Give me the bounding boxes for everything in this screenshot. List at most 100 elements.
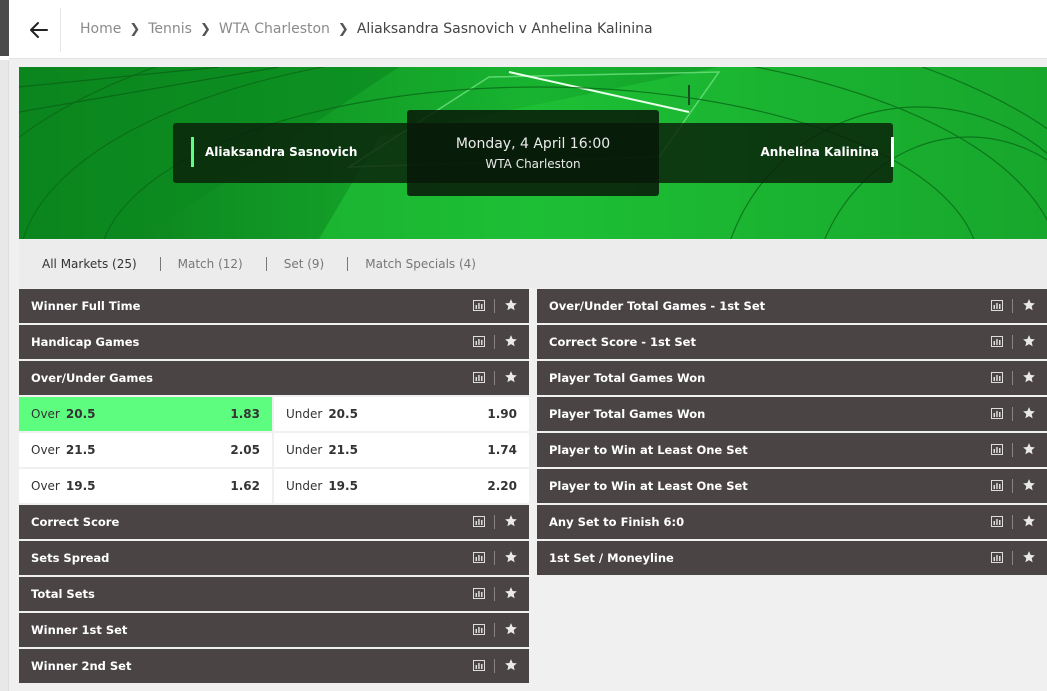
- tab-set[interactable]: Set (9): [284, 257, 325, 271]
- selection-price: 1.90: [487, 407, 517, 421]
- stats-icon[interactable]: [991, 444, 1003, 455]
- tab-match[interactable]: Match (12): [178, 257, 243, 271]
- star-icon[interactable]: [1022, 298, 1036, 312]
- star-icon[interactable]: [1022, 334, 1036, 348]
- market-name: Winner 2nd Set: [31, 659, 132, 673]
- market-header[interactable]: Player to Win at Least One Set: [537, 469, 1047, 503]
- breadcrumb: Home ❯ Tennis ❯ WTA Charleston ❯ Aliaksa…: [80, 21, 653, 37]
- market-name: Total Sets: [31, 587, 95, 601]
- odds-selection[interactable]: Over 20.5 1.83: [19, 397, 272, 431]
- market-name: Any Set to Finish 6:0: [549, 515, 685, 529]
- market-name: Handicap Games: [31, 335, 140, 349]
- stats-icon[interactable]: [473, 516, 485, 527]
- market-header[interactable]: Over/Under Games: [19, 361, 529, 395]
- market-divider: [1012, 407, 1013, 421]
- odds-selection[interactable]: Under 21.5 1.74: [274, 433, 529, 467]
- star-icon[interactable]: [1022, 442, 1036, 456]
- odds-selection[interactable]: Over 19.5 1.62: [19, 469, 272, 503]
- market-header[interactable]: Over/Under Total Games - 1st Set: [537, 289, 1047, 323]
- star-icon[interactable]: [1022, 370, 1036, 384]
- star-icon[interactable]: [504, 514, 518, 528]
- market-name: Sets Spread: [31, 551, 110, 565]
- star-icon[interactable]: [504, 550, 518, 564]
- market-header[interactable]: Any Set to Finish 6:0: [537, 505, 1047, 539]
- market-header[interactable]: Winner 2nd Set: [19, 649, 529, 683]
- stats-icon[interactable]: [473, 660, 485, 671]
- breadcrumb-competition[interactable]: WTA Charleston: [219, 21, 330, 37]
- markets-left-column: Winner Full Time Handicap Games Over/Under…: [19, 289, 529, 685]
- odds-selection[interactable]: Under 20.5 1.90: [274, 397, 529, 431]
- odds-row: Over 21.5 2.05 Under 21.5 1.74: [19, 433, 529, 467]
- left-strip-dark: [0, 0, 9, 56]
- star-icon[interactable]: [504, 370, 518, 384]
- star-icon[interactable]: [1022, 550, 1036, 564]
- star-icon[interactable]: [504, 622, 518, 636]
- stats-icon[interactable]: [991, 516, 1003, 527]
- market-header[interactable]: Player Total Games Won: [537, 361, 1047, 395]
- back-button[interactable]: [19, 12, 59, 48]
- stats-icon[interactable]: [473, 300, 485, 311]
- market-header[interactable]: Player Total Games Won: [537, 397, 1047, 431]
- star-icon[interactable]: [504, 586, 518, 600]
- stats-icon[interactable]: [473, 588, 485, 599]
- stats-icon[interactable]: [991, 336, 1003, 347]
- selection-price: 1.83: [230, 407, 260, 421]
- market-header[interactable]: Handicap Games: [19, 325, 529, 359]
- stats-icon[interactable]: [473, 624, 485, 635]
- away-indicator: [891, 137, 894, 167]
- tab-all-markets[interactable]: All Markets (25): [42, 257, 137, 271]
- market-header[interactable]: Player to Win at Least One Set: [537, 433, 1047, 467]
- odds-selection[interactable]: Under 19.5 2.20: [274, 469, 529, 503]
- stats-icon[interactable]: [473, 336, 485, 347]
- breadcrumb-tennis[interactable]: Tennis: [148, 21, 192, 37]
- stats-icon[interactable]: [991, 480, 1003, 491]
- market-divider: [494, 551, 495, 565]
- market-divider: [494, 587, 495, 601]
- tab-divider: [347, 257, 349, 271]
- selection-price: 1.62: [230, 479, 260, 493]
- stats-icon[interactable]: [991, 372, 1003, 383]
- market-header[interactable]: Winner Full Time: [19, 289, 529, 323]
- selection-line: 21.5: [328, 443, 358, 457]
- market-name: Winner Full Time: [31, 299, 141, 313]
- home-player: Aliaksandra Sasnovich: [191, 137, 357, 167]
- event-hero: Monday, 4 April 16:00 WTA Charleston Ali…: [19, 67, 1047, 239]
- market-name: Player to Win at Least One Set: [549, 443, 748, 457]
- market-divider: [494, 515, 495, 529]
- star-icon[interactable]: [504, 658, 518, 672]
- tab-match-specials[interactable]: Match Specials (4): [365, 257, 476, 271]
- market-header[interactable]: 1st Set / Moneyline: [537, 541, 1047, 575]
- star-icon[interactable]: [1022, 514, 1036, 528]
- selection-label: Under 21.5: [286, 443, 358, 457]
- selection-label: Over 20.5: [31, 407, 96, 421]
- breadcrumb-home[interactable]: Home: [80, 21, 121, 37]
- market-name: Winner 1st Set: [31, 623, 128, 637]
- star-icon[interactable]: [1022, 406, 1036, 420]
- selection-label: Under 20.5: [286, 407, 358, 421]
- stats-icon[interactable]: [991, 300, 1003, 311]
- market-name: Player Total Games Won: [549, 371, 706, 385]
- selection-label: Under 19.5: [286, 479, 358, 493]
- stats-icon[interactable]: [991, 408, 1003, 419]
- away-player: Anhelina Kalinina: [761, 137, 894, 167]
- market-header[interactable]: Sets Spread: [19, 541, 529, 575]
- top-bar: Home ❯ Tennis ❯ WTA Charleston ❯ Aliaksa…: [9, 0, 1047, 59]
- market-header[interactable]: Correct Score - 1st Set: [537, 325, 1047, 359]
- selection-line: 20.5: [65, 407, 96, 421]
- market-header[interactable]: Total Sets: [19, 577, 529, 611]
- stats-icon[interactable]: [473, 552, 485, 563]
- market-name: Player Total Games Won: [549, 407, 706, 421]
- market-header[interactable]: Winner 1st Set: [19, 613, 529, 647]
- star-icon[interactable]: [504, 334, 518, 348]
- chevron-right-icon: ❯: [129, 21, 141, 37]
- event-info-box: Monday, 4 April 16:00 WTA Charleston: [407, 110, 659, 196]
- odds-selection[interactable]: Over 21.5 2.05: [19, 433, 272, 467]
- market-divider: [494, 335, 495, 349]
- selection-price: 2.05: [230, 443, 260, 457]
- stats-icon[interactable]: [473, 372, 485, 383]
- star-icon[interactable]: [1022, 478, 1036, 492]
- star-icon[interactable]: [504, 298, 518, 312]
- stats-icon[interactable]: [991, 552, 1003, 563]
- market-header[interactable]: Correct Score: [19, 505, 529, 539]
- market-divider: [1012, 479, 1013, 493]
